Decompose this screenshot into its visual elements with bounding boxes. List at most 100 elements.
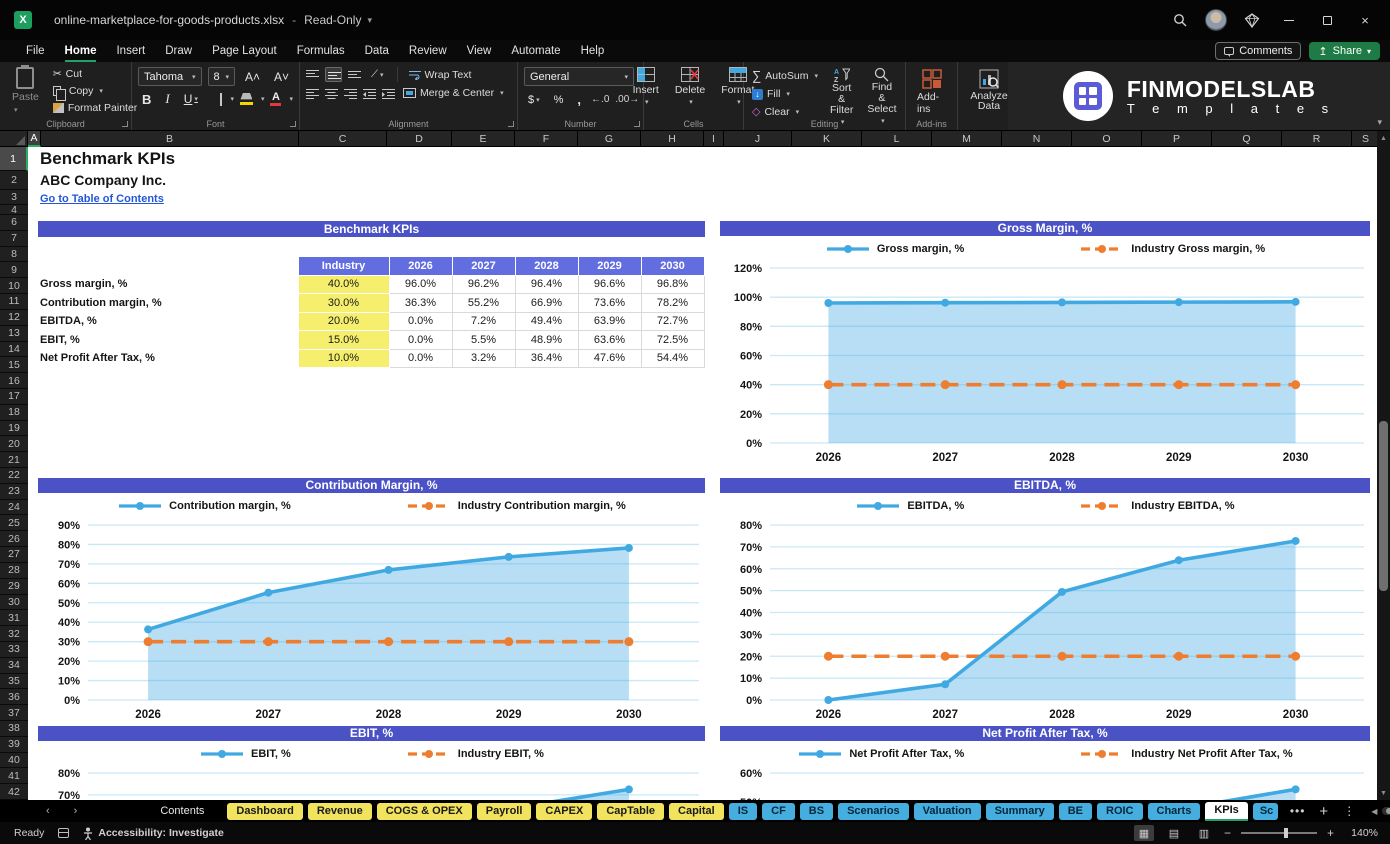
row-header-9[interactable]: 9 <box>0 262 28 278</box>
orientation-icon[interactable]: ⟋▾ <box>367 69 388 80</box>
column-header-H[interactable]: H <box>641 131 704 147</box>
insert-cells-button[interactable]: Insert▾ <box>628 67 664 106</box>
restore-button[interactable] <box>1310 3 1344 37</box>
excel-app-icon[interactable]: X <box>14 11 32 29</box>
row-label[interactable]: Contribution margin, % <box>40 294 298 313</box>
column-header-R[interactable]: R <box>1282 131 1352 147</box>
table-header-2027[interactable]: 2027 <box>452 257 515 276</box>
align-center-icon[interactable] <box>325 88 338 99</box>
column-header-N[interactable]: N <box>1002 131 1072 147</box>
value-cell[interactable]: 0.0% <box>389 349 452 368</box>
value-cell[interactable]: 96.0% <box>389 275 452 294</box>
menu-tab-draw[interactable]: Draw <box>155 43 202 59</box>
increase-indent-icon[interactable] <box>382 88 395 99</box>
column-header-G[interactable]: G <box>578 131 641 147</box>
more-sheets-icon[interactable]: ••• <box>1283 804 1313 818</box>
row-label[interactable]: Gross margin, % <box>40 275 298 294</box>
sheet-tab-cogs-opex[interactable]: COGS & OPEX <box>377 803 472 820</box>
number-dialog-launcher-icon[interactable] <box>634 121 640 127</box>
row-header-1[interactable]: 1 <box>0 147 28 171</box>
sheet-tab-valuation[interactable]: Valuation <box>914 803 981 820</box>
menu-tab-review[interactable]: Review <box>399 43 457 59</box>
percent-format-button[interactable]: % <box>550 94 568 106</box>
column-header-A[interactable]: A <box>28 131 41 147</box>
vertical-scrollbar-thumb[interactable] <box>1379 421 1388 591</box>
search-icon[interactable] <box>1164 4 1196 36</box>
sheet-options-icon[interactable]: ⋮ <box>1336 804 1363 818</box>
row-header-13[interactable]: 13 <box>0 326 28 342</box>
comma-format-button[interactable]: , <box>573 92 585 107</box>
worksheet[interactable]: Benchmark KPIs ABC Company Inc. Go to Ta… <box>28 147 1377 800</box>
row-header-24[interactable]: 24 <box>0 500 28 516</box>
value-cell[interactable]: 48.9% <box>515 331 578 350</box>
value-cell[interactable]: 36.3% <box>389 294 452 313</box>
sheet-tab-is[interactable]: IS <box>729 803 757 820</box>
menu-tab-view[interactable]: View <box>457 43 502 59</box>
column-header-K[interactable]: K <box>792 131 862 147</box>
row-label[interactable]: EBIT, % <box>40 331 298 350</box>
minimize-button[interactable] <box>1272 3 1306 37</box>
sheet-tab-captable[interactable]: CapTable <box>597 803 664 820</box>
new-sheet-icon[interactable]: + <box>1312 803 1336 820</box>
sheet-tab-contents[interactable]: Contents <box>151 803 213 820</box>
align-top-icon[interactable] <box>306 69 319 80</box>
clear-button[interactable]: ◇Clear▾ <box>750 104 820 119</box>
currency-format-button[interactable]: $▾ <box>524 94 544 106</box>
sheet-tab-revenue[interactable]: Revenue <box>308 803 372 820</box>
comments-button[interactable]: Comments <box>1215 42 1301 60</box>
increase-decimal-button[interactable]: ←.0 <box>591 94 609 105</box>
value-cell[interactable]: 72.5% <box>641 331 704 350</box>
menu-tab-file[interactable]: File <box>16 43 55 59</box>
font-size-select[interactable]: 8▾ <box>208 67 235 86</box>
menu-tab-help[interactable]: Help <box>571 43 615 59</box>
readonly-chevron-icon[interactable]: ▾ <box>367 15 372 26</box>
value-cell[interactable]: 0.0% <box>389 331 452 350</box>
sheet-tab-bs[interactable]: BS <box>800 803 833 820</box>
fill-color-button[interactable] <box>240 93 253 105</box>
industry-cell[interactable]: 40.0% <box>298 275 389 294</box>
row-label[interactable]: EBITDA, % <box>40 312 298 331</box>
row-header-12[interactable]: 12 <box>0 310 28 326</box>
table-header-2026[interactable]: 2026 <box>389 257 452 276</box>
row-header-34[interactable]: 34 <box>0 658 28 674</box>
sheet-tab-dashboard[interactable]: Dashboard <box>227 803 302 820</box>
align-bottom-icon[interactable] <box>348 69 361 80</box>
sheet-tab-charts[interactable]: Charts <box>1148 803 1201 820</box>
value-cell[interactable]: 72.7% <box>641 312 704 331</box>
sheet-tab-roic[interactable]: ROIC <box>1097 803 1143 820</box>
row-header-22[interactable]: 22 <box>0 468 28 484</box>
sheet-tab-capex[interactable]: CAPEX <box>536 803 592 820</box>
cut-button[interactable]: ✂Cut <box>51 67 139 81</box>
value-cell[interactable]: 66.9% <box>515 294 578 313</box>
close-button[interactable]: × <box>1348 3 1382 37</box>
column-header-D[interactable]: D <box>387 131 452 147</box>
row-header-36[interactable]: 36 <box>0 689 28 705</box>
fill-button[interactable]: ↓Fill▾ <box>750 87 820 101</box>
scroll-left-icon[interactable]: ◀ <box>1371 807 1377 816</box>
net-profit-after-tax-chart[interactable]: Net Profit After Tax, %Net Profit After … <box>720 726 1370 800</box>
value-cell[interactable]: 96.2% <box>452 275 515 294</box>
value-cell[interactable]: 0.0% <box>389 312 452 331</box>
row-header-17[interactable]: 17 <box>0 389 28 405</box>
avatar[interactable] <box>1200 4 1232 36</box>
align-right-icon[interactable] <box>344 88 357 99</box>
row-header-42[interactable]: 42 <box>0 784 28 800</box>
value-cell[interactable]: 78.2% <box>641 294 704 313</box>
autosum-button[interactable]: ∑AutoSum▾ <box>750 67 820 84</box>
row-header-31[interactable]: 31 <box>0 610 28 626</box>
delete-cells-button[interactable]: Delete▾ <box>670 67 710 106</box>
row-header-33[interactable]: 33 <box>0 642 28 658</box>
row-header-6[interactable]: 6 <box>0 215 28 231</box>
column-header-I[interactable]: I <box>704 131 724 147</box>
merge-center-button[interactable]: Merge & Center▾ <box>401 86 506 100</box>
row-header-18[interactable]: 18 <box>0 405 28 421</box>
alignment-dialog-launcher-icon[interactable] <box>508 121 514 127</box>
row-header-27[interactable]: 27 <box>0 547 28 563</box>
zoom-in-icon[interactable]: + <box>1327 826 1334 840</box>
value-cell[interactable]: 5.5% <box>452 331 515 350</box>
value-cell[interactable]: 73.6% <box>578 294 641 313</box>
value-cell[interactable]: 96.8% <box>641 275 704 294</box>
normal-view-icon[interactable]: ▦ <box>1134 825 1154 841</box>
value-cell[interactable]: 49.4% <box>515 312 578 331</box>
value-cell[interactable]: 63.9% <box>578 312 641 331</box>
